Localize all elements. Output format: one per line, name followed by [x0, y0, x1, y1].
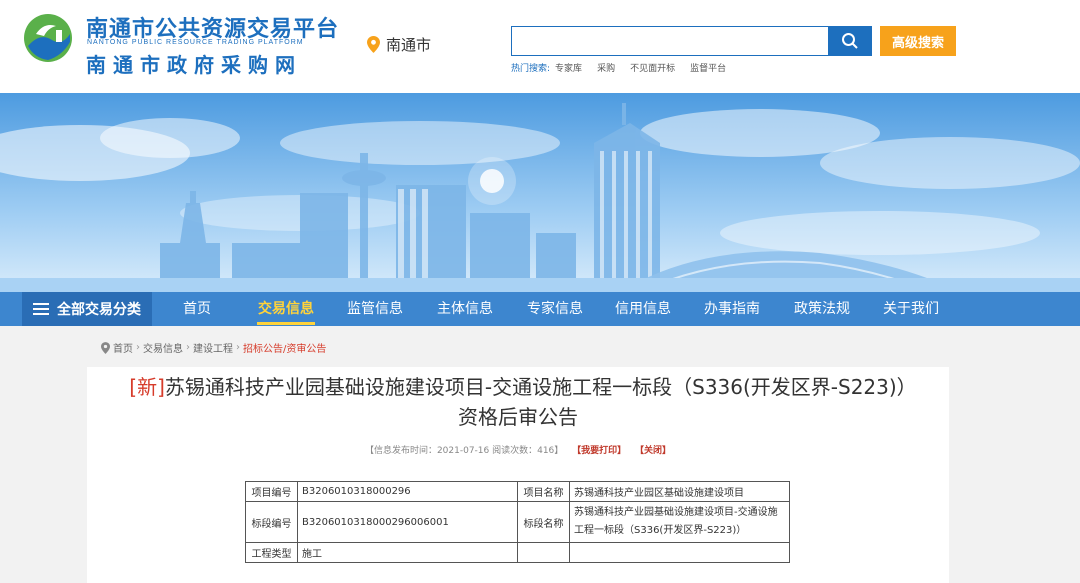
nav-item-subjects[interactable]: 主体信息: [436, 292, 494, 326]
section-code: B3206010318000296006001: [297, 501, 518, 543]
nav-item-guide[interactable]: 办事指南: [703, 292, 761, 326]
all-categories-label: 全部交易分类: [57, 302, 141, 318]
hot-searches: 热门搜索: 专家库 采购 不见面开标 监督平台: [511, 61, 726, 74]
breadcrumb-current[interactable]: 招标公告/资审公告: [243, 340, 326, 355]
search-button[interactable]: [828, 26, 872, 56]
nav-item-experts[interactable]: 专家信息: [526, 292, 584, 326]
article-title: [新]苏锡通科技产业园基础设施建设项目-交通设施工程一标段（S336(开发区界-…: [87, 372, 949, 432]
section-name: 苏锡通科技产业园基础设施建设项目-交通设施工程一标段（S336(开发区界-S22…: [569, 501, 790, 543]
all-categories-button[interactable]: 全部交易分类: [22, 292, 152, 326]
breadcrumb-separator: ›: [236, 342, 240, 353]
search-input[interactable]: [511, 26, 829, 56]
nav-item-supervision[interactable]: 监管信息: [346, 292, 404, 326]
search-icon: [842, 33, 858, 49]
project-info-table: 项目编号 B3206010318000296 项目名称 苏锡通科技产业园区基础设…: [245, 481, 790, 563]
nav-item-about[interactable]: 关于我们: [882, 292, 940, 326]
location-pin-icon: [367, 36, 380, 53]
breadcrumb: 首页 › 交易信息 › 建设工程 › 招标公告/资审公告: [101, 340, 326, 355]
main-nav: 全部交易分类 首页 交易信息 监管信息 主体信息 专家信息 信用信息 办事指南 …: [0, 292, 1080, 326]
new-badge: [新]: [129, 375, 165, 399]
breadcrumb-separator: ›: [136, 342, 140, 353]
print-button[interactable]: 【我要打印】: [572, 446, 626, 456]
announcement-article: [新]苏锡通科技产业园基础设施建设项目-交通设施工程一标段（S336(开发区界-…: [87, 367, 949, 583]
publish-info: 【信息发布时间：2021-07-16 阅读次数：416】: [364, 446, 564, 456]
hot-search-label: 热门搜索:: [511, 64, 551, 74]
brand-subtitle-en: NANTONG PUBLIC RESOURCE TRADING PLATFORM: [87, 39, 304, 46]
table-row: 标段编号 B3206010318000296006001 标段名称 苏锡通科技产…: [245, 501, 790, 543]
table-label: 工程类型: [245, 542, 298, 563]
breadcrumb-link[interactable]: 交易信息: [143, 340, 183, 355]
table-row: 项目编号 B3206010318000296 项目名称 苏锡通科技产业园区基础设…: [245, 481, 790, 502]
nav-item-home[interactable]: 首页: [172, 292, 222, 326]
breadcrumb-separator: ›: [186, 342, 190, 353]
article-title-text: 苏锡通科技产业园基础设施建设项目-交通设施工程一标段（S336(开发区界-S22…: [164, 375, 907, 429]
article-meta: 【信息发布时间：2021-07-16 阅读次数：416】 【我要打印】 【关闭】: [87, 443, 949, 456]
hot-search-link[interactable]: 采购: [597, 61, 615, 74]
hot-search-link[interactable]: 监督平台: [690, 61, 726, 74]
nav-item-trading[interactable]: 交易信息: [257, 292, 315, 326]
breadcrumb-link[interactable]: 建设工程: [193, 340, 233, 355]
city-skyline-banner: [0, 93, 1080, 292]
city-name: 南通市: [386, 36, 432, 54]
project-name: 苏锡通科技产业园区基础设施建设项目: [569, 481, 790, 502]
site-header: 南通市公共资源交易平台 NANTONG PUBLIC RESOURCE TRAD…: [0, 0, 1080, 93]
hot-search-link[interactable]: 不见面开标: [630, 61, 675, 74]
breadcrumb-link[interactable]: 首页: [113, 340, 133, 355]
table-row: 工程类型 施工: [245, 542, 790, 563]
project-code: B3206010318000296: [297, 481, 518, 502]
project-type: 施工: [297, 542, 518, 563]
city-selector[interactable]: 南通市: [367, 34, 431, 55]
hot-search-link[interactable]: 专家库: [555, 61, 582, 74]
close-button[interactable]: 【关闭】: [635, 446, 671, 456]
location-pin-icon: [101, 341, 110, 354]
empty-cell: [569, 542, 790, 563]
skyline-illustration: [0, 93, 1080, 292]
empty-cell: [517, 542, 570, 563]
menu-icon: [33, 303, 49, 315]
brand-title-2: 南通市政府采购网: [86, 53, 302, 77]
table-label: 标段编号: [245, 501, 298, 543]
nav-item-credit[interactable]: 信用信息: [614, 292, 672, 326]
table-label: 项目名称: [517, 481, 570, 502]
advanced-search-button[interactable]: 高级搜索: [880, 26, 956, 56]
table-label: 标段名称: [517, 501, 570, 543]
site-logo[interactable]: [22, 12, 74, 64]
table-label: 项目编号: [245, 481, 298, 502]
nav-item-policy[interactable]: 政策法规: [793, 292, 851, 326]
